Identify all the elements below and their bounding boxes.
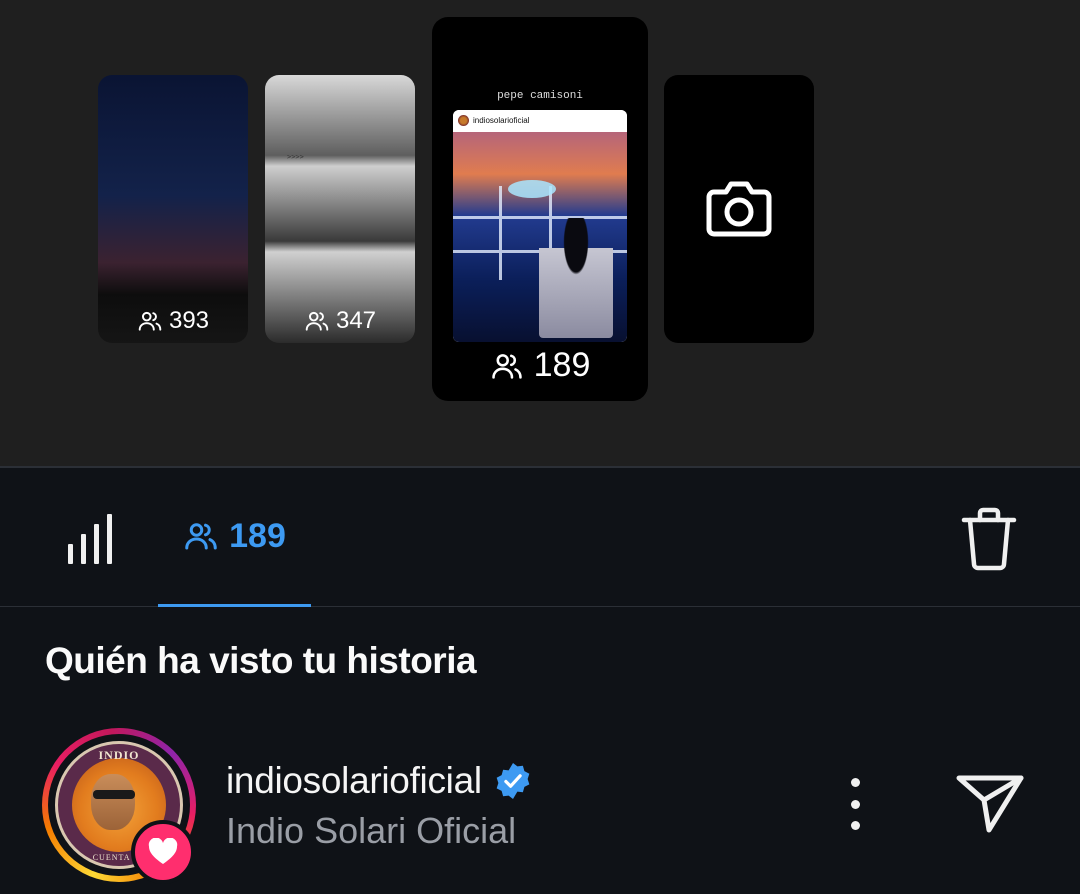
tab-viewers[interactable]: 189 — [158, 468, 311, 604]
story-overlay-text: >>>> — [287, 153, 304, 161]
story-views: 393 — [98, 307, 248, 335]
story-views: 347 — [265, 307, 415, 335]
active-tab-indicator — [158, 604, 311, 607]
people-icon — [185, 523, 217, 550]
viewers-count: 189 — [229, 516, 286, 555]
trash-icon[interactable] — [960, 506, 1018, 572]
camera-icon — [706, 181, 772, 237]
shared-post-image — [453, 132, 627, 342]
story-thumbnail-2[interactable]: >>>> 347 — [265, 75, 415, 343]
dot — [850, 778, 860, 787]
lamp-graphic — [508, 180, 556, 198]
story-view-count: 393 — [168, 307, 210, 334]
story-tab-bar: 189 — [0, 466, 1080, 607]
avatar-face — [91, 774, 135, 830]
viewer-full-name: Indio Solari Oficial — [226, 810, 517, 851]
story-thumbnail-1[interactable]: 393 — [98, 75, 248, 343]
story-caption: pepe camisoni — [497, 90, 583, 102]
story-thumbnail-active[interactable]: pepe camisoni indiosolarioficial 189 — [432, 17, 648, 401]
shared-post-avatar — [458, 114, 469, 126]
person-graphic — [539, 218, 613, 338]
viewer-username[interactable]: indiosolarioficial — [226, 760, 482, 802]
viewer-row[interactable]: INDIO CUENTA OF indiosolarioficial Indio… — [0, 722, 1080, 894]
like-badge — [131, 820, 195, 884]
shared-post-header: indiosolarioficial — [453, 110, 627, 130]
story-views: 189 — [432, 346, 648, 385]
story-viewers-screen: 393 >>>> 347 pepe camisoni indiosolariof… — [0, 0, 1080, 894]
story-view-count: 347 — [335, 307, 377, 334]
username-line[interactable]: indiosolarioficial — [226, 760, 532, 802]
story-view-count: 189 — [533, 346, 591, 384]
add-story-camera-tile[interactable] — [664, 75, 814, 343]
avatar-seal-text: INDIO — [98, 748, 140, 762]
story-carousel[interactable]: 393 >>>> 347 pepe camisoni indiosolariof… — [0, 0, 1080, 466]
dot — [850, 799, 860, 809]
heart-icon — [148, 838, 178, 864]
send-icon[interactable] — [955, 772, 1025, 834]
shared-post-username: indiosolarioficial — [473, 115, 530, 125]
verified-badge-icon — [496, 762, 530, 800]
people-icon — [305, 311, 329, 331]
shared-post: indiosolarioficial — [453, 110, 627, 342]
people-icon — [138, 311, 162, 331]
section-title: Quién ha visto tu historia — [45, 640, 477, 681]
bar-chart-icon[interactable] — [66, 512, 116, 566]
more-vertical-icon[interactable] — [836, 778, 874, 830]
avatar-glasses — [93, 790, 135, 799]
dot — [850, 821, 860, 830]
people-icon — [491, 353, 522, 379]
